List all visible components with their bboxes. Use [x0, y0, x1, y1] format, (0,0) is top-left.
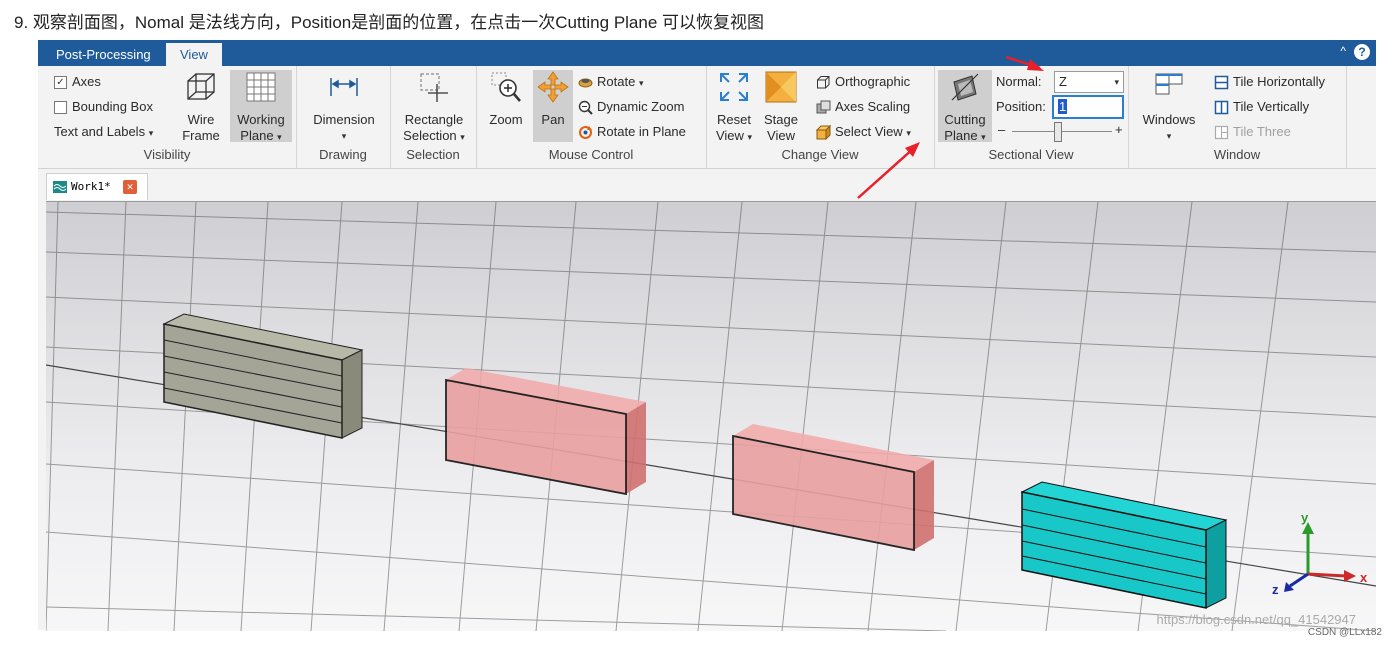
close-tab-icon[interactable]: ✕: [123, 180, 137, 194]
slider-minus-button[interactable]: –: [998, 120, 1005, 140]
pan-button[interactable]: Pan: [533, 70, 573, 142]
dimension-button[interactable]: Dimension ▾: [306, 70, 382, 144]
position-slider-thumb[interactable]: [1054, 122, 1062, 142]
minimize-ribbon-button[interactable]: ^: [1340, 44, 1346, 58]
dropdown-arrow-icon: ▾: [981, 132, 986, 142]
tile-three-icon: [1214, 125, 1229, 140]
dropdown-arrow-icon: ▾: [277, 132, 282, 142]
wire-frame-button[interactable]: Wire Frame: [178, 70, 224, 144]
caption-text: 9. 观察剖面图，Nomal 是法线方向，Position是剖面的位置，在点击一…: [14, 13, 765, 32]
text-and-labels-dropdown[interactable]: Text and Labels ▾: [54, 122, 153, 142]
position-label: Position:: [996, 99, 1046, 114]
box-pink-1: [445, 368, 646, 496]
reset-view-arrows-icon: [720, 73, 748, 101]
axes-scaling-button[interactable]: Axes Scaling: [816, 97, 910, 117]
tile-horizontally-icon: [1214, 75, 1229, 90]
axes-scaling-icon: [816, 100, 831, 114]
working-plane-button[interactable]: Working Plane ▾: [230, 70, 292, 143]
orthographic-cube-icon: [817, 76, 830, 89]
reset-view-button[interactable]: Reset View ▾: [712, 70, 756, 145]
check-icon: ✓: [54, 76, 67, 90]
tile-three-button[interactable]: Tile Three: [1214, 122, 1291, 142]
help-button[interactable]: ?: [1354, 44, 1370, 60]
dimension-icon: [330, 78, 358, 96]
grid-plane-icon: [246, 72, 276, 102]
select-view-cube-icon: [816, 125, 831, 141]
group-label-visibility: Visibility: [143, 147, 191, 162]
y-axis-label: y: [1301, 510, 1309, 525]
rectangle-selection-icon: [420, 73, 448, 102]
group-visibility: ✓ Axes Bounding Box Text and Labels ▾ Wir…: [38, 66, 297, 168]
group-label-mouse-control: Mouse Control: [548, 147, 634, 162]
windows-icon: [1155, 73, 1183, 95]
group-label-selection: Selection: [406, 147, 460, 162]
select-view-dropdown[interactable]: Select View ▾: [816, 122, 911, 142]
tab-post-processing[interactable]: Post-Processing: [42, 43, 165, 66]
axes-checkbox[interactable]: ✓ Axes: [54, 72, 101, 92]
bounding-box-checkbox[interactable]: Bounding Box: [54, 97, 153, 117]
group-sectional-view: Cutting Plane ▾ Normal: Z ▾ Position: 1 –…: [934, 66, 1129, 168]
tab-view[interactable]: View: [166, 43, 222, 66]
dropdown-arrow-icon: ▾: [747, 132, 753, 142]
document-tab-bar: Work1* ✕: [38, 169, 1376, 200]
group-mouse-control: Zoom Pan Rotate ▾ Dynamic Zoom Rotate in…: [476, 66, 707, 168]
slider-plus-button[interactable]: +: [1115, 120, 1123, 140]
dropdown-arrow-icon: ▾: [1114, 77, 1119, 87]
dropdown-arrow-icon: ▾: [341, 131, 347, 141]
cutting-plane-icon: [951, 73, 979, 101]
rotate-in-plane-button[interactable]: Rotate in Plane: [578, 122, 686, 142]
ribbon-tab-bar: Post-Processing View ^ ?: [38, 40, 1376, 66]
group-label-sectional-view: Sectional View: [988, 147, 1074, 162]
axis-triad: [1284, 522, 1356, 592]
group-label-window: Window: [1213, 147, 1261, 162]
wireframe-cube-icon: [187, 73, 215, 100]
dropdown-arrow-icon: ▾: [148, 128, 154, 138]
zoom-magnifier-icon: [491, 72, 521, 102]
dynamic-zoom-icon: [578, 100, 593, 115]
ribbon-panel: ✓ Axes Bounding Box Text and Labels ▾ Wir…: [38, 66, 1376, 169]
windows-button[interactable]: Windows ▾: [1134, 70, 1204, 144]
orthographic-button[interactable]: Orthographic: [816, 72, 910, 92]
tile-vertically-button[interactable]: Tile Vertically: [1214, 97, 1309, 117]
normal-label: Normal:: [996, 74, 1042, 89]
group-window: Windows ▾ Tile Horizontally Tile Vertica…: [1128, 66, 1347, 168]
dropdown-arrow-icon: ▾: [460, 132, 465, 142]
document-tab-work1[interactable]: Work1* ✕: [46, 173, 148, 200]
group-drawing: Dimension ▾ Drawing: [296, 66, 391, 168]
dropdown-arrow-icon: ▾: [906, 128, 911, 138]
cutting-plane-button[interactable]: Cutting Plane ▾: [938, 70, 992, 143]
stage-view-button[interactable]: Stage View: [760, 70, 802, 144]
stage-view-icon: [765, 71, 797, 103]
group-selection: Rectangle Selection ▾ Selection: [390, 66, 477, 168]
tile-horizontally-button[interactable]: Tile Horizontally: [1214, 72, 1325, 92]
rotate-in-plane-icon: [579, 126, 592, 140]
x-axis-label: x: [1360, 570, 1368, 585]
app-window: Post-Processing View ^ ? ✓ Axes Bounding …: [38, 40, 1376, 631]
watermark-text: https://blog.csdn.net/qq_41542947: [1156, 612, 1357, 627]
csdn-credit: CSDN @LLx182: [1307, 627, 1382, 638]
3d-viewport[interactable]: y z x https://blog.csdn.net/qq_41542947: [46, 201, 1376, 631]
dropdown-arrow-icon: ▾: [638, 78, 644, 88]
3d-scene: [46, 202, 1376, 631]
unchecked-box-icon: [54, 101, 67, 115]
group-change-view: Reset View ▾ Stage View Orthographic Axe…: [706, 66, 935, 168]
zoom-button[interactable]: Zoom: [484, 70, 528, 128]
rotate-icon: [578, 78, 593, 88]
tile-vertically-icon: [1214, 100, 1229, 115]
box-pink-2: [732, 424, 934, 552]
position-input[interactable]: 1: [1052, 95, 1124, 119]
dynamic-zoom-button[interactable]: Dynamic Zoom: [578, 97, 684, 117]
position-slider-track[interactable]: [1012, 131, 1112, 132]
project-icon: [53, 181, 67, 193]
z-axis-label: z: [1272, 582, 1279, 597]
group-label-drawing: Drawing: [319, 147, 367, 162]
box-cyan: [1020, 481, 1228, 609]
pan-arrows-icon: [537, 71, 569, 103]
normal-select[interactable]: Z ▾: [1054, 71, 1124, 93]
group-label-change-view: Change View: [781, 147, 859, 162]
rectangle-selection-button[interactable]: Rectangle Selection ▾: [398, 70, 470, 145]
dropdown-arrow-icon: ▾: [1166, 131, 1172, 141]
rotate-dropdown[interactable]: Rotate ▾: [578, 72, 643, 92]
